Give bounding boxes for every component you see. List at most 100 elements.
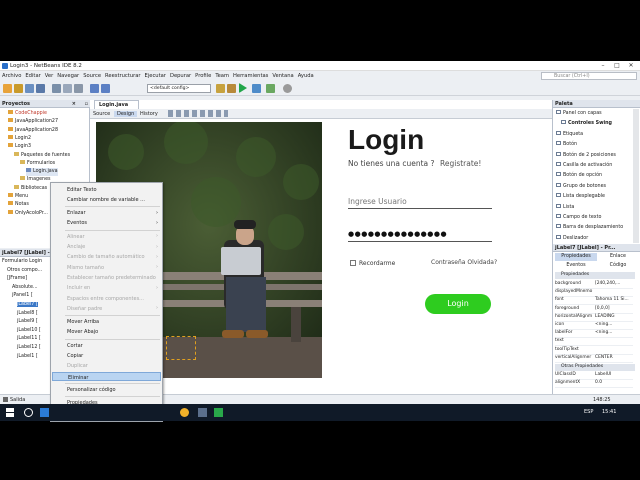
property-value[interactable]: LabelUI: [595, 372, 611, 377]
new-project-icon[interactable]: [14, 84, 23, 93]
property-row[interactable]: displayedMnemo: [555, 289, 633, 298]
copy-icon[interactable]: [63, 84, 72, 93]
property-row[interactable]: horizontalAlignm LEADING: [555, 314, 633, 322]
property-value[interactable]: 0.0: [595, 380, 602, 385]
project-tree-item[interactable]: CodeChappie: [8, 110, 47, 118]
property-row[interactable]: UIClassID LabelUI: [555, 372, 633, 380]
project-tree-item[interactable]: Paquetes de fuentes: [14, 151, 70, 160]
username-field[interactable]: Ingrese Usuario: [348, 197, 407, 206]
new-file-icon[interactable]: [3, 84, 12, 93]
menu-item[interactable]: Team: [213, 71, 231, 79]
context-menu-item[interactable]: Mover Arriba: [52, 318, 161, 327]
palette-item[interactable]: Botón de opción: [556, 172, 602, 178]
property-row[interactable]: verticalAlignmer CENTER: [555, 355, 633, 363]
minimize-icon[interactable]: –: [596, 62, 610, 69]
save-all-icon[interactable]: [36, 84, 45, 93]
context-menu-item[interactable]: Eliminar: [52, 372, 161, 382]
property-value[interactable]: CENTER: [595, 355, 613, 360]
tab-enlace[interactable]: Enlace: [599, 253, 637, 261]
search-icon[interactable]: [24, 408, 33, 417]
debug-icon[interactable]: [252, 84, 261, 93]
menu-item[interactable]: Editar: [23, 71, 42, 79]
menu-item[interactable]: Ejecutar: [143, 71, 168, 79]
context-menu-item[interactable]: Enlazar ›: [52, 209, 161, 218]
tab-source[interactable]: Source: [93, 111, 110, 117]
project-tree-item[interactable]: Formularios: [20, 159, 55, 168]
context-menu-item[interactable]: Cambiar nombre de variable ...: [52, 195, 161, 204]
start-icon[interactable]: [6, 408, 14, 417]
selected-component-jlabel7[interactable]: [166, 336, 196, 360]
palette-item[interactable]: Lista: [556, 203, 574, 210]
profile-icon[interactable]: [266, 84, 275, 93]
open-project-icon[interactable]: [25, 84, 34, 93]
project-tree-item[interactable]: Login2: [8, 134, 31, 143]
tab-design[interactable]: Design: [114, 110, 138, 117]
menu-item[interactable]: Ver: [43, 71, 55, 79]
palette-item[interactable]: Campo de texto: [556, 214, 601, 220]
property-row[interactable]: labelFor <ning...: [555, 330, 633, 339]
property-row[interactable]: foreground [0,0,0]: [555, 306, 633, 314]
project-tree-item[interactable]: Menu: [8, 193, 28, 201]
vscode-icon[interactable]: [40, 408, 49, 417]
clean-build-icon[interactable]: [227, 84, 236, 93]
forgot-password-link[interactable]: Contraseña Olvidada?: [431, 259, 497, 266]
context-menu-item[interactable]: Cortar: [52, 341, 161, 350]
property-value[interactable]: <ning...: [595, 322, 612, 327]
project-tree-item[interactable]: OnlyAcoloPr...: [8, 209, 48, 218]
palette-item[interactable]: Controles Swing: [561, 120, 612, 126]
project-tree-item[interactable]: Imagenes: [20, 176, 51, 184]
palette-item[interactable]: Deslizador: [556, 234, 588, 241]
menu-item[interactable]: Navegar: [55, 71, 81, 79]
menu-item[interactable]: Ayuda: [296, 71, 316, 79]
property-value[interactable]: [240,240,...: [595, 281, 620, 286]
navigator-item[interactable]: jPanel1 [: [12, 293, 33, 298]
netbeans-task-icon[interactable]: [198, 408, 207, 417]
register-link[interactable]: Registrate!: [440, 159, 481, 168]
property-value[interactable]: <ning...: [595, 330, 612, 335]
output-label[interactable]: Salida: [10, 397, 25, 403]
palette-item[interactable]: Lista desplegable: [556, 193, 605, 199]
navigator-item[interactable]: Absolute...: [12, 285, 38, 290]
paste-icon[interactable]: [74, 84, 83, 93]
language-indicator[interactable]: ESP: [584, 409, 593, 415]
section-propiedades[interactable]: Propiedades: [555, 272, 635, 279]
chrome-icon[interactable]: [180, 408, 189, 417]
menu-item[interactable]: Ventana: [270, 71, 295, 79]
project-tree-item[interactable]: Login.java: [26, 168, 58, 177]
app-task-icon[interactable]: [214, 408, 223, 417]
property-value[interactable]: LEADING: [595, 314, 615, 319]
property-row[interactable]: text: [555, 338, 633, 347]
navigator-item[interactable]: jLabel9 [: [17, 319, 38, 324]
navigator-item[interactable]: jLabel11 [: [17, 336, 41, 341]
palette-item[interactable]: Casilla de activación: [556, 162, 612, 168]
property-value[interactable]: [0,0,0]: [595, 306, 610, 311]
password-field[interactable]: ●●●●●●●●●●●●●●●: [348, 230, 447, 238]
palette-item[interactable]: Panel con capas: [556, 110, 602, 116]
editor-tab-login-java[interactable]: Login.java ×: [94, 100, 139, 114]
menu-item[interactable]: Herramientas: [231, 71, 270, 79]
project-tree-item[interactable]: JavaApplication27: [8, 118, 58, 126]
tab-codigo[interactable]: Código: [599, 262, 637, 270]
context-menu-item[interactable]: Eventos ›: [52, 219, 161, 228]
navigator-item[interactable]: jLabel10 [: [17, 328, 41, 333]
menu-item[interactable]: Reestructurar: [103, 71, 143, 79]
navigator-item[interactable]: jLabel7 [: [17, 302, 38, 307]
tab-history[interactable]: History: [140, 111, 158, 117]
menu-item[interactable]: Profile: [193, 71, 213, 79]
clock[interactable]: 15:41: [602, 409, 616, 415]
navigator-item[interactable]: jLabel1 [: [17, 354, 38, 359]
project-tree-item[interactable]: Bibliotecas: [14, 184, 47, 193]
undo-icon[interactable]: [90, 84, 99, 93]
search-input[interactable]: Buscar (Ctrl+I): [541, 72, 637, 80]
settings-icon[interactable]: [283, 84, 292, 93]
config-select[interactable]: <default config>: [147, 84, 211, 93]
redo-icon[interactable]: [101, 84, 110, 93]
property-value[interactable]: Tahoma 11 Si...: [595, 297, 629, 302]
context-menu-item[interactable]: Copiar: [52, 352, 161, 361]
project-tree-item[interactable]: Login3: [8, 143, 31, 151]
context-menu-item[interactable]: Mover Abajo: [52, 328, 161, 337]
palette-item[interactable]: Botón de 2 posiciones: [556, 151, 616, 158]
tab-eventos[interactable]: Eventos: [555, 262, 597, 270]
menu-item[interactable]: Archivo: [0, 71, 23, 79]
palette-item[interactable]: Barra de desplazamiento: [556, 224, 623, 230]
